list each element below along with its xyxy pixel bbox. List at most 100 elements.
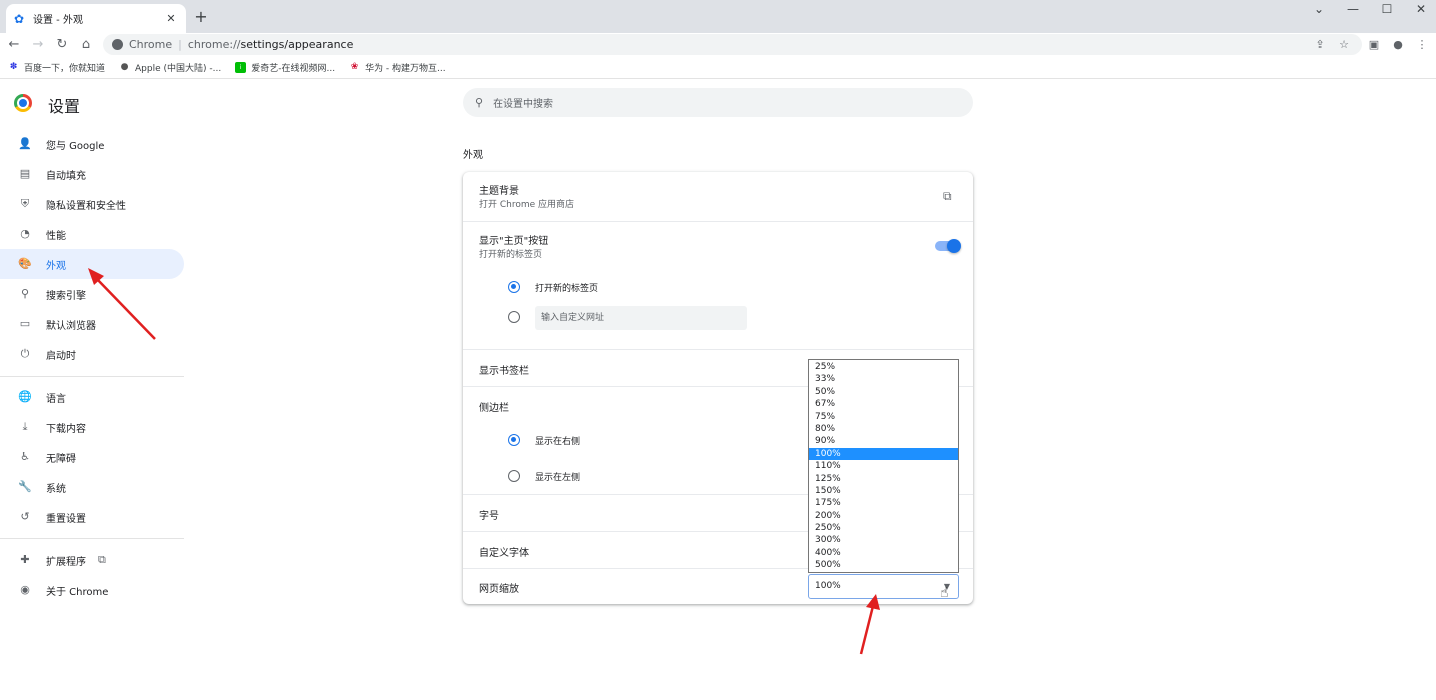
zoom-option[interactable]: 50% [809,386,958,398]
sidebar-divider [0,376,184,377]
tab-settings-appearance[interactable]: ✿ 设置 - 外观 ✕ [6,4,186,33]
zoom-option[interactable]: 75% [809,411,958,423]
close-tab-icon[interactable]: ✕ [164,12,178,25]
bookmark-label: Apple (中国大陆) -... [135,64,222,74]
zoom-option[interactable]: 400% [809,547,958,559]
maximize-icon[interactable]: ☐ [1370,0,1404,20]
profile-icon[interactable]: ● [1390,37,1406,53]
bookmark-item[interactable]: ❀ 华为 - 构建万物互... [349,61,446,74]
sidebar-item-accessibility[interactable]: ♿ 无障碍 [0,442,184,472]
radio-show-left[interactable] [508,470,520,482]
sidebar-item-privacy[interactable]: ⛨ 隐私设置和安全性 [0,189,184,219]
zoom-option[interactable]: 300% [809,534,958,546]
external-link-icon[interactable]: ⧉ [943,189,952,204]
sidebar-item-performance[interactable]: ◔ 性能 [0,219,184,249]
radio-show-right[interactable] [508,434,520,446]
zoom-option[interactable]: 100% [809,447,958,461]
zoom-option[interactable]: 67% [809,398,958,410]
accessibility-icon: ♿ [20,450,30,463]
sidebar-item-about-chrome[interactable]: ◉ 关于 Chrome [0,575,184,605]
zoom-option[interactable]: 250% [809,522,958,534]
person-icon: 👤 [18,137,32,150]
sidebar-item-appearance[interactable]: 🎨 外观 [0,249,184,279]
tab-title: 设置 - 外观 [33,15,83,26]
sidebar-item-search-engine[interactable]: ⚲ 搜索引擎 [0,279,184,309]
radio-custom-url[interactable] [508,311,520,323]
home-button-row: 显示"主页"按钮 打开新的标签页 打开新的标签页 输入自定义网址 [463,221,973,349]
tab-search-icon[interactable]: ⌄ [1302,0,1336,20]
star-icon[interactable]: ☆ [1336,37,1352,53]
bookmark-item[interactable]: ● Apple (中国大陆) -... [119,61,222,74]
url-scheme: chrome:// [187,38,241,51]
globe-icon: 🌐 [18,390,32,403]
zoom-option[interactable]: 110% [809,460,958,472]
window-close-icon[interactable]: ✕ [1404,0,1436,20]
theme-label: 主题背景 [479,186,519,197]
custom-url-input[interactable]: 输入自定义网址 [535,306,747,330]
sidebar-item-you-and-google[interactable]: 👤 您与 Google [0,129,184,159]
forward-icon[interactable]: → [28,35,48,55]
minimize-icon[interactable]: — [1336,0,1370,20]
menu-icon[interactable]: ⋮ [1414,37,1430,53]
external-link-icon: ⧉ [98,553,106,566]
page-zoom-value: 100% [815,581,841,591]
radio-new-tab[interactable] [508,281,520,293]
puzzle-icon: ✚ [20,553,30,566]
zoom-option[interactable]: 200% [809,510,958,522]
search-input[interactable]: ⚲ 在设置中搜索 [463,88,973,117]
bookmark-label: 华为 - 构建万物互... [365,64,446,74]
page-zoom-label: 网页缩放 [479,584,519,595]
chrome-icon: ◉ [20,583,30,596]
power-icon: ⏻ [20,347,30,360]
new-tab-button[interactable]: + [192,8,210,26]
radio-show-right-label: 显示在右侧 [535,437,581,447]
speedometer-icon: ◔ [20,227,30,240]
share-icon[interactable]: ⇪ [1312,37,1328,53]
zoom-option[interactable]: 90% [809,435,958,447]
zoom-option[interactable]: 500% [809,559,958,571]
sidebar-item-extensions[interactable]: ✚ 扩展程序 ⧉ [0,545,184,575]
sidebar-item-label: 关于 Chrome [46,586,109,598]
sidebar-item-default-browser[interactable]: ▭ 默认浏览器 [0,309,184,339]
sidebar-item-label: 性能 [46,230,66,242]
sidebar-item-languages[interactable]: 🌐 语言 [0,382,184,412]
zoom-option[interactable]: 150% [809,485,958,497]
toolbar: ← → ↻ ⌂ Chrome | chrome:// settings/appe… [0,33,1436,57]
radio-show-left-label: 显示在左侧 [535,473,581,483]
bookmark-label: 百度一下，你就知道 [24,64,106,74]
sidebar-item-label: 外观 [46,260,66,272]
sidebar-item-on-startup[interactable]: ⏻ 启动时 [0,339,184,369]
sidebar-item-downloads[interactable]: ⤓ 下载内容 [0,412,184,442]
page-zoom-select[interactable]: 100% ▼ [808,574,959,599]
sidebar-item-label: 重置设置 [46,513,86,525]
gear-icon: ✿ [14,11,25,26]
zoom-option[interactable]: 125% [809,473,958,485]
theme-sub: 打开 Chrome 应用商店 [479,200,575,210]
sidebar-item-label: 隐私设置和安全性 [46,200,126,212]
home-icon[interactable]: ⌂ [76,35,96,55]
sidebar-item-label: 您与 Google [46,140,105,152]
sidebar-item-system[interactable]: 🔧 系统 [0,472,184,502]
bookmark-item[interactable]: i 爱奇艺-在线视频网... [235,61,335,74]
zoom-option[interactable]: 175% [809,497,958,509]
zoom-option[interactable]: 25% [809,361,958,373]
zoom-option[interactable]: 33% [809,373,958,385]
iqiyi-icon: i [235,62,247,73]
sidebar-item-label: 启动时 [46,350,76,362]
address-bar[interactable]: Chrome | chrome:// settings/appearance [103,34,1362,55]
side-panel-icon[interactable]: ▣ [1366,37,1382,53]
home-button-toggle[interactable] [935,239,961,253]
reload-icon[interactable]: ↻ [52,35,72,55]
bookmarks-bar-label: 显示书签栏 [479,366,529,377]
zoom-option[interactable]: 80% [809,423,958,435]
sidebar-item-reset[interactable]: ↺ 重置设置 [0,502,184,532]
sidebar-item-label: 默认浏览器 [46,320,96,332]
home-button-sub: 打开新的标签页 [479,250,543,260]
sidebar-item-label: 语言 [46,393,66,405]
back-icon[interactable]: ← [4,35,24,55]
side-panel-label: 侧边栏 [479,403,509,414]
sidebar-item-autofill[interactable]: ▤ 自动填充 [0,159,184,189]
bookmark-item[interactable]: ✽ 百度一下，你就知道 [8,61,105,74]
browser-icon: ▭ [19,317,31,330]
theme-row[interactable]: 主题背景 打开 Chrome 应用商店 ⧉ [463,172,973,221]
